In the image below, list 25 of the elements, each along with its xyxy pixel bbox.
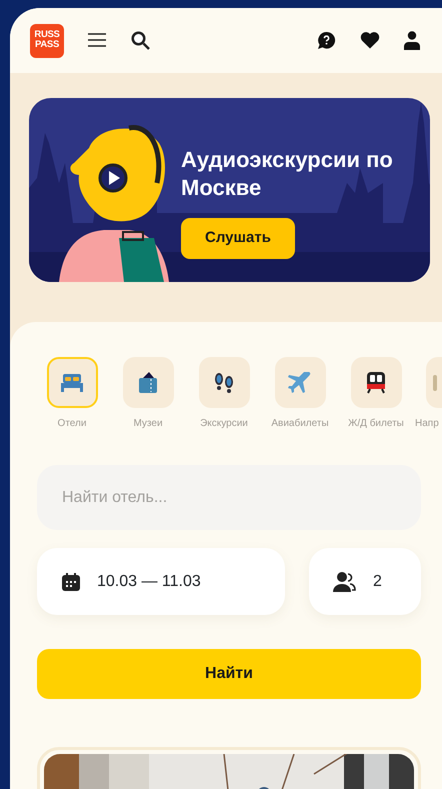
category-tab[interactable]: Отели xyxy=(35,357,109,431)
guests-count: 2 xyxy=(373,572,382,592)
airplane-icon xyxy=(288,372,312,394)
category-tab[interactable]: Музеи xyxy=(111,357,185,431)
category-icon xyxy=(431,372,437,392)
calendar-icon xyxy=(61,572,81,592)
category-tab[interactable]: Авиабилеты xyxy=(263,357,337,431)
date-field[interactable]: 10.03 — 11.03 xyxy=(37,548,285,615)
footprints-icon xyxy=(213,372,235,392)
search-field[interactable]: Найти отель... xyxy=(37,465,421,530)
date-range: 10.03 — 11.03 xyxy=(97,572,201,592)
train-icon xyxy=(366,372,386,394)
bed-icon xyxy=(61,374,83,392)
find-button[interactable]: Найти xyxy=(37,649,421,699)
category-tab[interactable]: Напр xyxy=(415,357,442,431)
category-tab[interactable]: Ж/Д билеты xyxy=(339,357,413,431)
banner-title: Аудиоэкскурсии по Москве xyxy=(181,146,394,202)
guests-icon xyxy=(333,570,357,592)
logo[interactable]: RUSS PASS xyxy=(30,24,64,58)
category-tab[interactable]: Экскурсии xyxy=(187,357,261,431)
profile-icon[interactable] xyxy=(404,28,420,52)
guests-field[interactable]: 2 xyxy=(309,548,421,615)
ticket-icon xyxy=(138,372,158,394)
listen-button[interactable]: Слушать xyxy=(181,218,295,258)
search-icon[interactable] xyxy=(130,28,150,52)
